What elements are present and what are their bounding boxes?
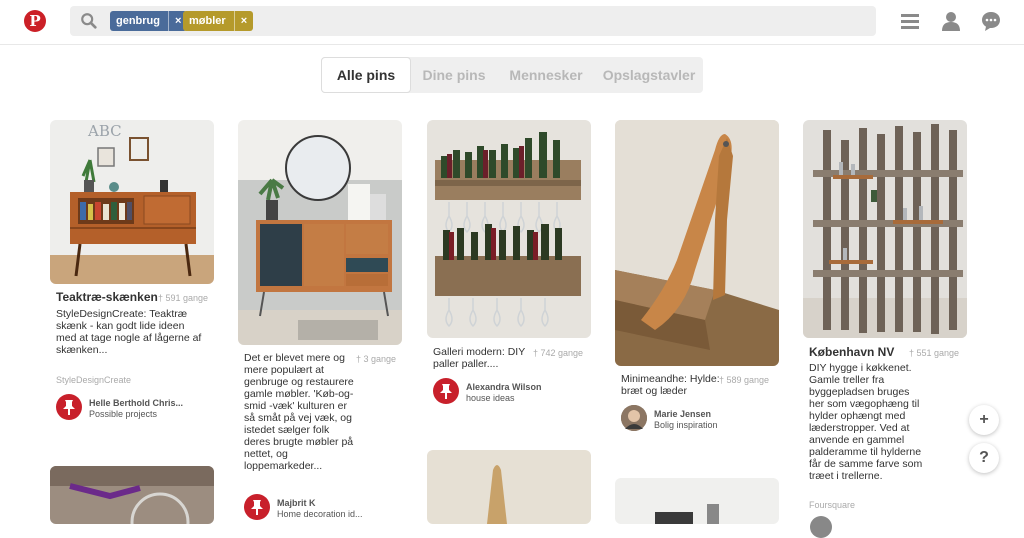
pin-image[interactable] bbox=[803, 120, 967, 338]
remove-tag-icon[interactable]: × bbox=[233, 11, 247, 31]
tag-label: møbler bbox=[189, 15, 226, 27]
pin-description: Det er blevet mere og mere populært at g… bbox=[244, 352, 354, 472]
add-pin-button[interactable]: + bbox=[969, 405, 999, 435]
board-name[interactable]: house ideas bbox=[466, 393, 515, 403]
pinner-name[interactable]: Majbrit K bbox=[277, 498, 316, 508]
pin-saves: † 589 gange bbox=[719, 375, 770, 385]
pin-saves: † 591 gange bbox=[158, 293, 209, 303]
pushpin-icon bbox=[63, 400, 75, 415]
pin-title[interactable]: København NV bbox=[809, 345, 894, 359]
pin-description: Minimeandhe: Hylde: bræt og læder bbox=[621, 373, 720, 397]
board-name[interactable]: Bolig inspiration bbox=[654, 420, 718, 430]
search-bar[interactable]: genbrug × møbler × bbox=[70, 6, 876, 36]
pin-image[interactable] bbox=[238, 120, 402, 345]
top-bar: P genbrug × møbler × bbox=[0, 0, 1024, 45]
menu-icon[interactable] bbox=[899, 10, 921, 32]
pin-description: StyleDesignCreate: Teaktræ skænk - kan g… bbox=[56, 308, 202, 356]
pin-image[interactable] bbox=[615, 478, 779, 524]
board-name[interactable]: Home decoration id... bbox=[277, 509, 363, 519]
avatar-photo-icon bbox=[621, 405, 647, 431]
pushpin-icon bbox=[251, 500, 263, 515]
pin-saves: † 551 gange bbox=[909, 348, 960, 358]
pin-description: DIY hygge i køkkenet. Gamle treller fra … bbox=[809, 362, 923, 482]
board-name[interactable]: Possible projects bbox=[89, 409, 157, 419]
pin-image[interactable] bbox=[50, 466, 214, 524]
tab-your-pins[interactable]: Dine pins bbox=[418, 57, 490, 93]
pin-source[interactable]: StyleDesignCreate bbox=[56, 375, 131, 385]
tab-boards[interactable]: Opslagstavler bbox=[597, 57, 701, 93]
tag-label: genbrug bbox=[116, 15, 160, 27]
pin-description: Galleri modern: DIY paller paller.... bbox=[433, 346, 526, 370]
search-tag-genbrug[interactable]: genbrug × bbox=[110, 11, 188, 31]
pin-saves: † 742 gange bbox=[533, 348, 584, 358]
pinterest-logo[interactable]: P bbox=[24, 10, 46, 32]
pin-source[interactable]: Foursquare bbox=[809, 500, 855, 510]
pin-image[interactable] bbox=[427, 120, 591, 338]
tab-people[interactable]: Mennesker bbox=[503, 57, 589, 93]
help-button[interactable]: ? bbox=[969, 443, 999, 473]
pin-image[interactable] bbox=[615, 120, 779, 366]
pinner-name[interactable]: Helle Berthold Chris... bbox=[89, 398, 183, 408]
svg-text:ABC: ABC bbox=[87, 122, 122, 140]
user-avatar[interactable] bbox=[433, 378, 459, 404]
search-tag-mobler[interactable]: møbler × bbox=[183, 11, 254, 31]
messages-icon[interactable] bbox=[980, 10, 1002, 32]
user-icon[interactable] bbox=[940, 10, 962, 32]
remove-tag-icon[interactable]: × bbox=[168, 11, 181, 31]
pushpin-icon bbox=[440, 384, 452, 399]
user-avatar[interactable] bbox=[56, 394, 82, 420]
pin-saves: † 3 gange bbox=[356, 354, 397, 364]
pin-image[interactable]: ABC bbox=[50, 120, 214, 284]
pinner-name[interactable]: Alexandra Wilson bbox=[466, 382, 541, 392]
search-icon bbox=[81, 13, 97, 29]
user-avatar[interactable] bbox=[810, 516, 832, 538]
user-avatar[interactable] bbox=[621, 405, 647, 431]
pinner-name[interactable]: Marie Jensen bbox=[654, 409, 711, 419]
user-avatar[interactable] bbox=[244, 494, 270, 520]
tab-all-pins[interactable]: Alle pins bbox=[321, 57, 411, 93]
pin-image[interactable] bbox=[427, 450, 591, 524]
pin-title[interactable]: Teaktræ-skænken bbox=[56, 290, 158, 304]
filter-tabs: Alle pins Dine pins Mennesker Opslagstav… bbox=[321, 57, 703, 93]
